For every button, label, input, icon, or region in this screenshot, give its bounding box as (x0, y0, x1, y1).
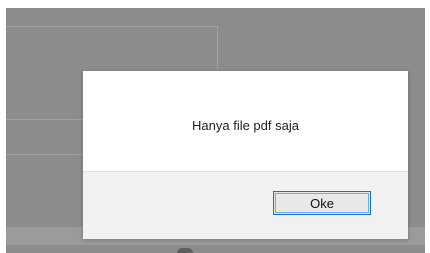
screen: Hanya file pdf saja Oke (0, 0, 430, 253)
dialog-footer: Oke (83, 171, 408, 239)
dialog-body: Hanya file pdf saja (83, 71, 408, 172)
alert-dialog: Hanya file pdf saja Oke (83, 71, 408, 239)
ok-button[interactable]: Oke (273, 191, 371, 215)
background-shape (177, 248, 193, 253)
dialog-message: Hanya file pdf saja (192, 118, 299, 133)
